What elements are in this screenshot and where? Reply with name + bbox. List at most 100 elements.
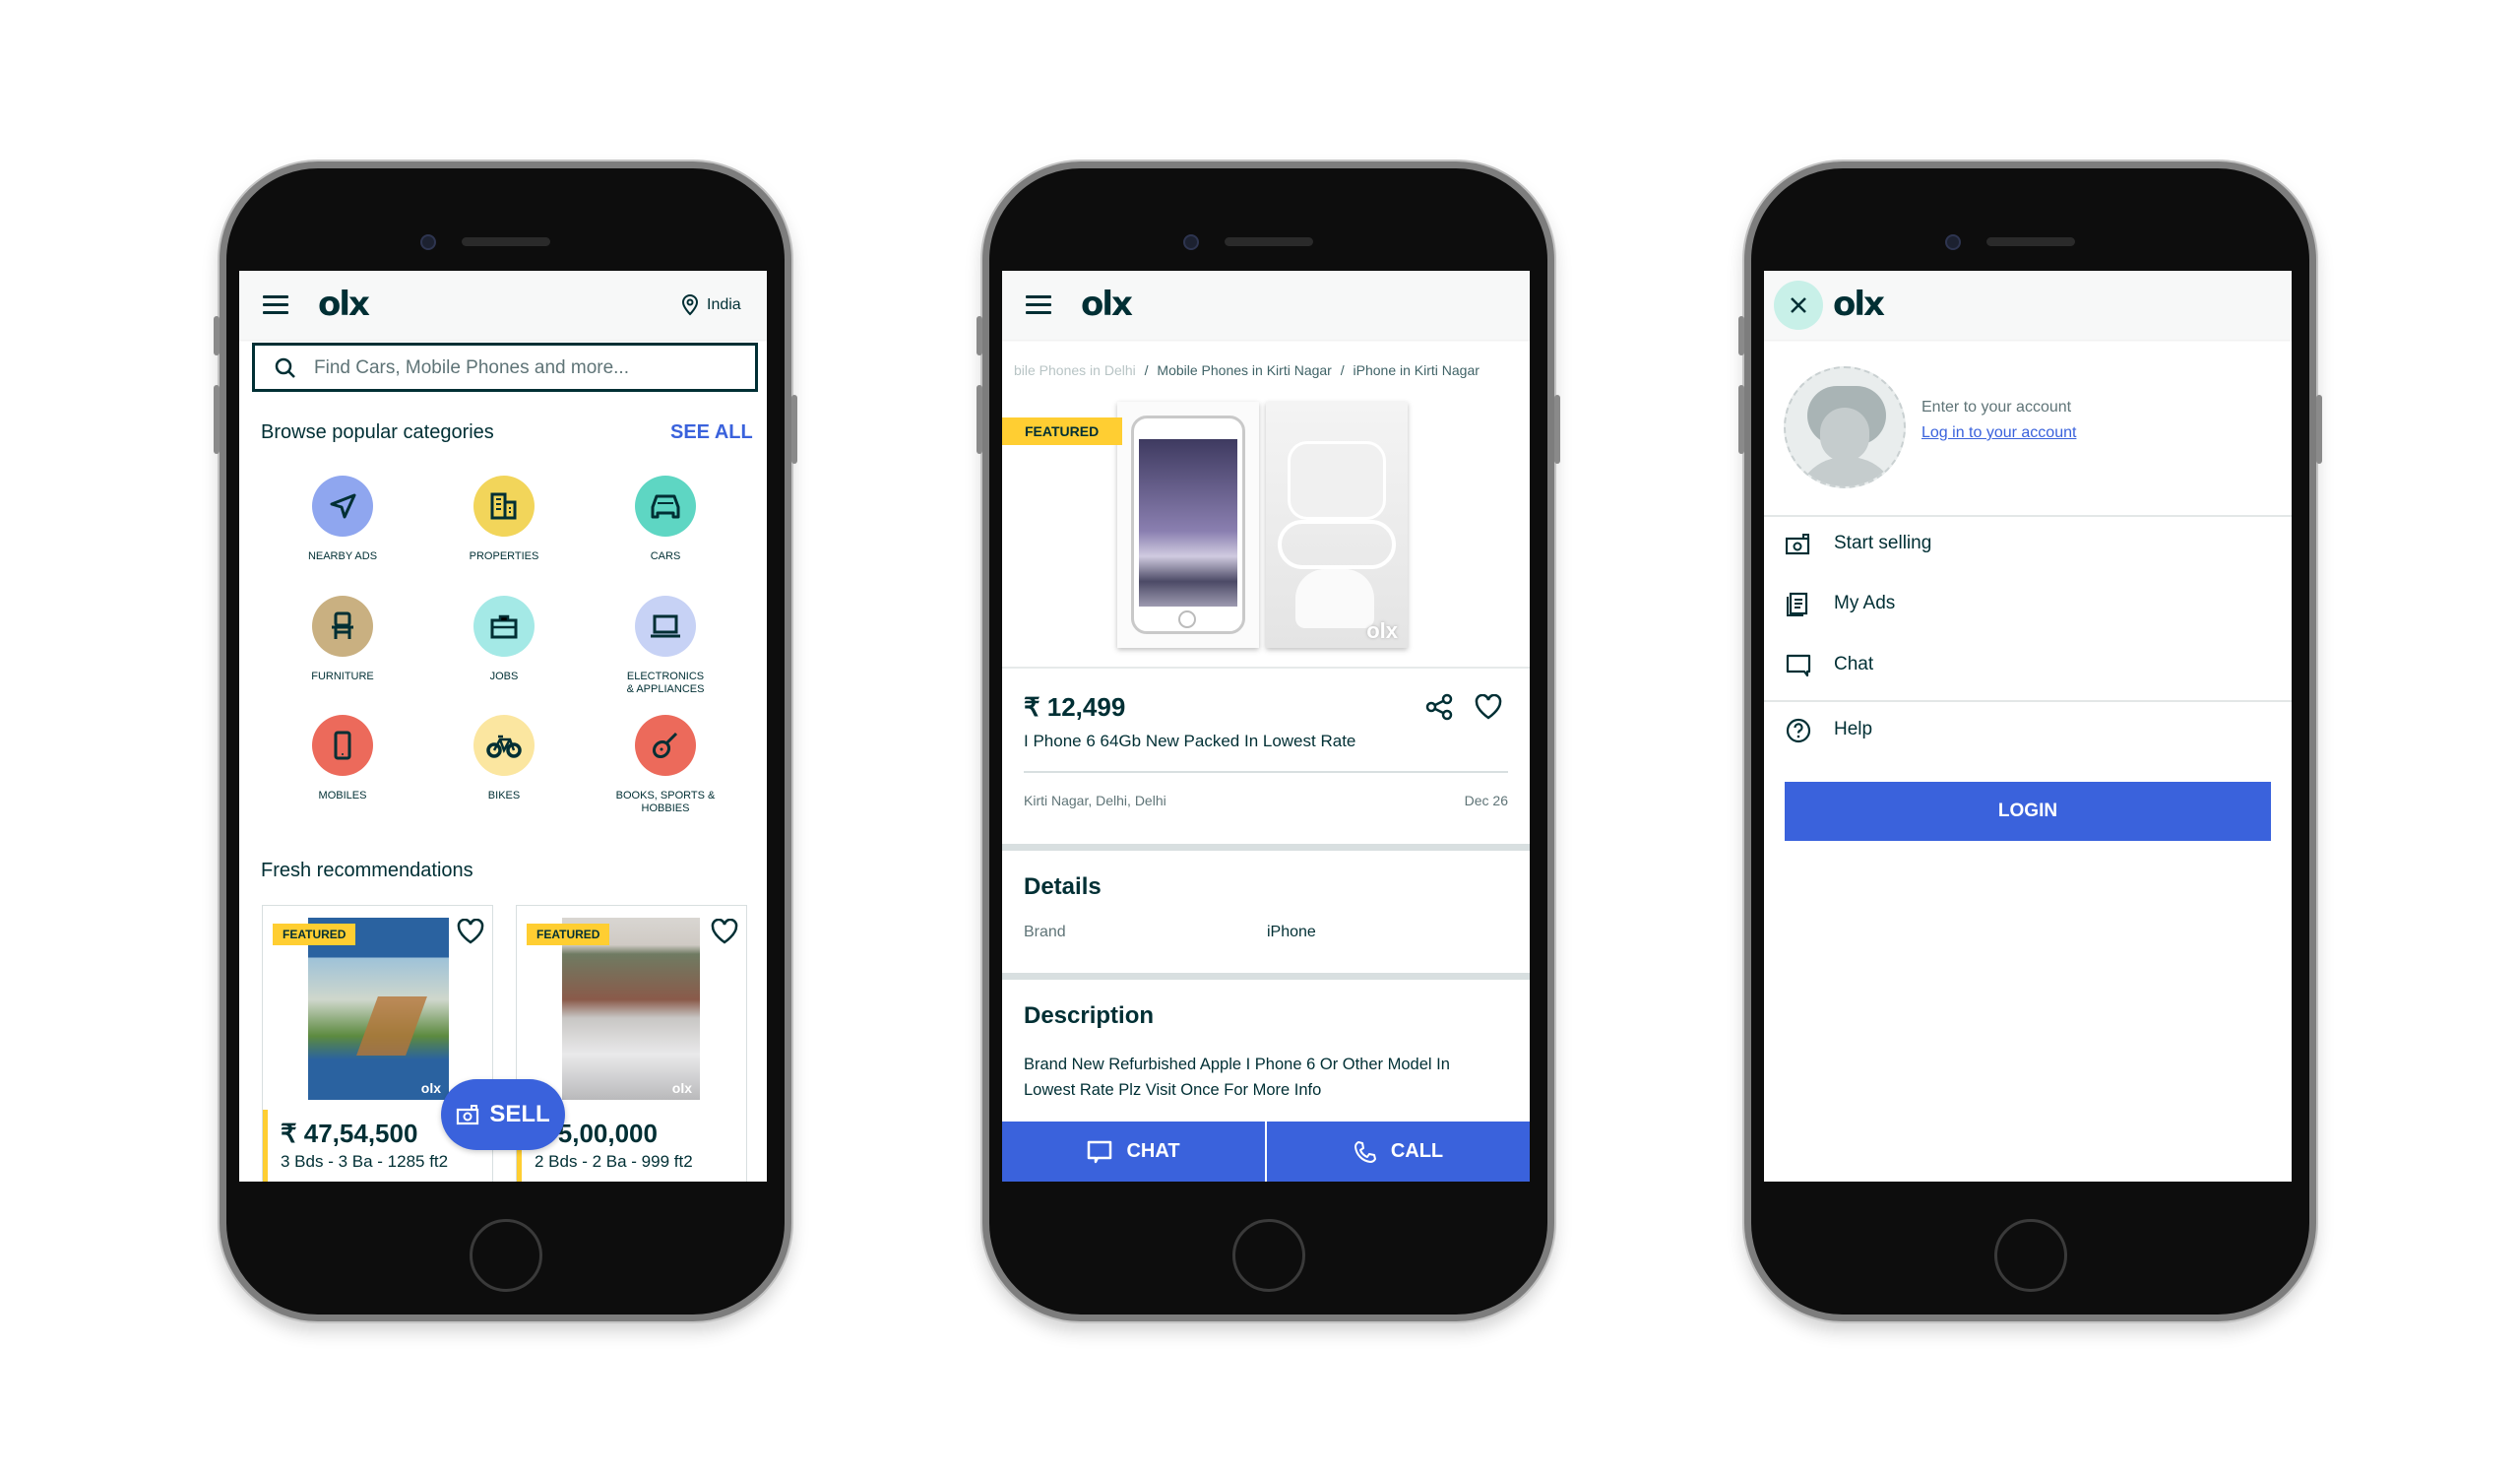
chat-button[interactable]: CHAT [1002,1122,1265,1182]
section-separator [1002,844,1530,851]
category-cars[interactable]: CARS [587,476,744,563]
login-button[interactable]: LOGIN [1785,782,2271,841]
divider [1002,667,1530,669]
search-placeholder: Find Cars, Mobile Phones and more... [314,357,629,378]
featured-stripe [263,1110,268,1182]
favorite-heart-icon[interactable] [1475,694,1502,720]
section-separator [1002,973,1530,980]
category-label: PROPERTIES [469,550,539,562]
car-icon [635,476,696,537]
hamburger-menu-icon[interactable] [1026,295,1051,315]
category-mobiles[interactable]: MOBILES [264,715,421,802]
category-electronics[interactable]: ELECTRONICS & APPLIANCES [587,596,744,696]
category-properties[interactable]: PROPERTIES [425,476,583,563]
phone-detail: olx bile Phones in Delhi / Mobile Phones… [976,161,1560,1321]
breadcrumb-item[interactable]: Mobile Phones in Kirti Nagar [1157,362,1331,378]
navigation-arrow-icon [312,476,373,537]
login-link[interactable]: Log in to your account [1922,424,2076,442]
breadcrumb-separator: / [1340,362,1345,378]
category-jobs[interactable]: JOBS [425,596,583,683]
breadcrumb-item[interactable]: iPhone in Kirti Nagar [1354,362,1480,378]
search-input[interactable]: Find Cars, Mobile Phones and more... [252,343,758,392]
guitar-icon [635,715,696,776]
chair-icon [312,596,373,657]
see-all-link[interactable]: SEE ALL [670,421,753,444]
briefcase-icon [473,596,535,657]
location-pin-icon[interactable] [681,294,699,316]
menu-item-chat[interactable]: Chat [1764,646,2292,685]
call-button[interactable]: CALL [1267,1122,1530,1182]
product-image-phone [1117,402,1259,648]
chat-label: CHAT [1126,1140,1180,1162]
location-label[interactable]: India [707,296,741,314]
mute-switch [1738,316,1744,355]
power-button [791,395,797,464]
phone-call-icon [1354,1140,1376,1163]
power-button [1554,395,1560,464]
breadcrumb-item[interactable]: bile Phones in Delhi [1014,362,1136,378]
front-camera [1183,234,1199,250]
home-button[interactable] [1993,1219,2067,1292]
close-icon [1791,297,1806,313]
bicycle-icon [473,715,535,776]
sell-label: SELL [489,1101,550,1127]
phone-home: olx India Find Cars, Mobile Phones and m… [214,161,797,1321]
category-furniture[interactable]: FURNITURE [264,596,421,683]
home-screen: olx India Find Cars, Mobile Phones and m… [239,271,767,1182]
menu-item-help[interactable]: Help [1764,711,2292,750]
menu-item-start-selling[interactable]: Start selling [1764,525,2292,564]
phone-menu: olx Enter to your account Log in to your… [1738,161,2322,1321]
call-label: CALL [1390,1140,1444,1162]
featured-badge: FEATURED [273,924,356,945]
speaker [1985,237,2075,246]
front-camera [1945,234,1961,250]
help-icon [1786,718,1811,743]
volume-up-button [214,385,220,454]
category-label: MOBILES [318,790,367,802]
camera-icon [1786,534,1810,555]
category-label: BOOKS, SPORTS & HOBBIES [615,790,716,814]
category-label: JOBS [489,671,519,682]
olx-logo: olx [318,285,370,324]
chat-icon [1786,654,1811,677]
home-button[interactable] [469,1219,542,1292]
category-label: NEARBY ADS [307,550,378,562]
hamburger-menu-icon[interactable] [263,295,288,315]
volume-up-button [976,385,982,454]
detail-key: Brand [1024,924,1066,940]
app-header: olx [1002,271,1530,340]
avatar [1784,366,1906,488]
home-button[interactable] [1231,1219,1305,1292]
breadcrumb: bile Phones in Delhi / Mobile Phones in … [1014,362,1480,378]
divider [1024,771,1508,773]
search-icon [275,357,295,378]
category-label: BIKES [487,790,521,802]
product-image-accessories: olx [1266,402,1408,648]
chat-icon [1088,1140,1112,1163]
favorite-heart-icon[interactable] [457,919,484,944]
mute-switch [214,316,220,355]
favorite-heart-icon[interactable] [711,919,738,944]
share-icon[interactable] [1425,693,1453,721]
menu-item-label: Chat [1834,654,1874,674]
camera-icon [457,1105,479,1125]
details-title: Details [1024,873,1102,900]
olx-logo: olx [1081,285,1133,324]
featured-badge: FEATURED [527,924,610,945]
detail-screen: olx bile Phones in Delhi / Mobile Phones… [1002,271,1530,1182]
category-label: CARS [650,550,681,562]
app-header: olx India [239,271,767,340]
menu-item-label: Start selling [1834,533,1932,553]
category-nearby-ads[interactable]: NEARBY ADS [264,476,421,563]
category-books-sports-hobbies[interactable]: BOOKS, SPORTS & HOBBIES [587,715,744,815]
category-bikes[interactable]: BIKES [425,715,583,802]
detail-value: iPhone [1267,924,1316,940]
building-icon [473,476,535,537]
featured-badge: FEATURED [1002,417,1122,445]
close-button[interactable] [1774,281,1823,330]
menu-item-my-ads[interactable]: My Ads [1764,585,2292,624]
categories-title: Browse popular categories [261,421,494,443]
product-location: Kirti Nagar, Delhi, Delhi [1024,793,1166,808]
breadcrumb-separator: / [1144,362,1149,378]
sell-button[interactable]: SELL [441,1079,565,1150]
